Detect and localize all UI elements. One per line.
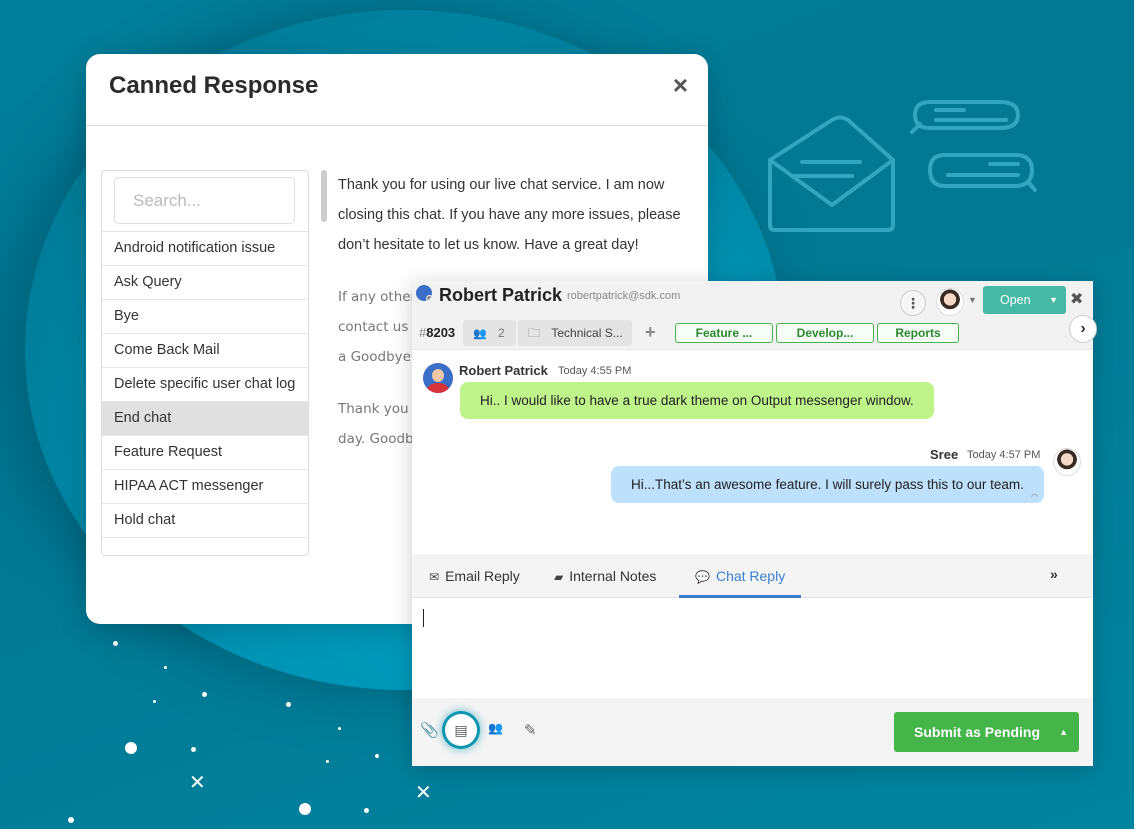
sparkle-decoration: ✕ (189, 772, 206, 794)
message-time: Today 4:55 PM (558, 365, 632, 377)
paperclip-icon[interactable]: 📎 (420, 721, 439, 739)
envelope-icon: ✉ (429, 570, 440, 584)
tab-email-reply[interactable]: ✉ Email Reply (429, 554, 520, 598)
mail-chat-illustration (768, 100, 1037, 232)
chat-bubble-illustration-icon (928, 153, 1037, 192)
star-decoration (113, 641, 118, 646)
ticket-id-number: 8203 (426, 325, 456, 340)
message-thread: Robert Patrick Today 4:55 PM Hi.. I woul… (412, 351, 1093, 554)
star-decoration (191, 747, 196, 752)
users-icon[interactable]: 👥 (488, 721, 503, 735)
customer-avatar (423, 363, 453, 393)
message-sender: Sree (930, 447, 959, 462)
canned-response-book-icon[interactable]: ▤ (445, 714, 477, 746)
agent-avatar[interactable] (936, 288, 964, 316)
search-wrapper (102, 171, 308, 232)
chevron-down-icon[interactable]: ▼ (968, 295, 977, 305)
text-cursor (423, 609, 424, 627)
list-item[interactable]: Hold chat (102, 504, 308, 538)
star-decoration (68, 817, 74, 823)
department-chip[interactable]: 🗀 Technical S... (518, 320, 632, 346)
participants-chip[interactable]: 👥 2 (463, 320, 516, 346)
message-bubble-incoming: Hi.. I would like to have a true dark th… (460, 382, 934, 419)
star-decoration (125, 742, 137, 754)
agent-avatar (1053, 448, 1081, 476)
list-item[interactable]: HIPAA ACT messenger (102, 470, 308, 504)
close-icon[interactable]: × (673, 70, 688, 101)
pencil-icon[interactable]: ✎ (524, 721, 537, 739)
ticket-id: #8203 (419, 325, 455, 340)
tag[interactable]: Feature ... (675, 323, 773, 343)
status-dot-icon (426, 295, 432, 301)
caret-down-icon[interactable]: ▼ (1049, 286, 1058, 314)
preview-paragraph: If any other contact us a Goodbye. (338, 289, 417, 365)
reply-editor[interactable] (412, 598, 1093, 698)
list-item[interactable]: Delete specific user chat log (102, 368, 308, 402)
preview-paragraph: Thank you for using our live chat servic… (338, 177, 681, 253)
star-decoration (299, 803, 311, 815)
status-label: Open (1000, 293, 1031, 307)
close-icon[interactable]: ✖ (1070, 289, 1083, 309)
customer-name: Robert Patrick (439, 285, 563, 305)
star-decoration (153, 700, 156, 703)
submit-label: Submit as Pending (914, 724, 1041, 740)
folder-icon: 🗀 (528, 326, 541, 340)
tab-label: Chat Reply (715, 568, 786, 584)
ticket-header: Robert Patrick robertpatrick@sdk.com ⋮ ▼… (412, 281, 1097, 350)
department-label: Technical S... (551, 326, 623, 340)
status-button[interactable]: Open ▼ (983, 286, 1066, 314)
star-decoration (364, 808, 369, 813)
list-item[interactable]: Ask Query (102, 266, 308, 300)
tab-internal-notes[interactable]: ▰ Internal Notes (554, 554, 656, 598)
users-icon: 👥 (473, 328, 487, 340)
preview-scrollbar[interactable] (321, 170, 327, 222)
collapse-icon[interactable]: » (1050, 566, 1058, 582)
preview-paragraph: Thank you day. Goodb (338, 401, 414, 447)
tab-chat-reply[interactable]: 💬 Chat Reply (679, 554, 801, 598)
submit-as-pending-button[interactable]: Submit as Pending ▲ (894, 712, 1079, 752)
list-item[interactable]: Bye (102, 300, 308, 334)
chat-ticket-window: Robert Patrick robertpatrick@sdk.com ⋮ ▼… (412, 281, 1097, 766)
list-item[interactable]: Come Back Mail (102, 334, 308, 368)
modal-title: Canned Response (109, 72, 319, 99)
participants-count: 2 (498, 326, 505, 340)
customer-avatar (416, 285, 432, 301)
message-sender: Robert Patrick (459, 363, 548, 378)
note-icon: ▰ (554, 570, 564, 584)
reply-footer: 📎 ▤ 👥 ✎ Submit as Pending ▲ (412, 698, 1093, 766)
star-decoration (202, 692, 207, 697)
message-time: Today 4:57 PM (967, 449, 1041, 461)
caret-up-icon[interactable]: ▲ (1059, 712, 1068, 752)
add-tag-icon[interactable]: + (645, 322, 656, 343)
reply-tabs: ✉ Email Reply ▰ Internal Notes 💬 Chat Reply… (412, 554, 1093, 598)
star-decoration (286, 702, 291, 707)
star-decoration (326, 760, 329, 763)
tag[interactable]: Reports (877, 323, 959, 343)
modal-header: Canned Response × (86, 54, 708, 126)
envelope-illustration-icon (768, 158, 895, 232)
tab-label: Email Reply (445, 568, 520, 584)
seen-icon: ◠ (1031, 492, 1038, 501)
sparkle-decoration: ✕ (415, 782, 432, 804)
canned-response-list: Android notification issue Ask Query Bye… (101, 170, 309, 556)
more-options-icon[interactable]: ⋮ (900, 290, 926, 316)
tab-label: Internal Notes (569, 568, 657, 584)
search-input[interactable] (114, 177, 295, 224)
list-item-selected[interactable]: End chat (102, 402, 308, 436)
chat-icon: 💬 (695, 570, 710, 584)
star-decoration (338, 727, 341, 730)
list-item[interactable]: Android notification issue (102, 232, 308, 266)
star-decoration (164, 666, 167, 669)
tag[interactable]: Develop... (776, 323, 874, 343)
chat-bubble-illustration-icon (910, 100, 1020, 134)
message-bubble-outgoing: Hi...That’s an awesome feature. I will s… (611, 466, 1044, 503)
star-decoration (375, 754, 379, 758)
chevron-right-icon[interactable]: › (1069, 315, 1097, 343)
customer-email: robertpatrick@sdk.com (567, 290, 681, 302)
list-item[interactable]: Feature Request (102, 436, 308, 470)
